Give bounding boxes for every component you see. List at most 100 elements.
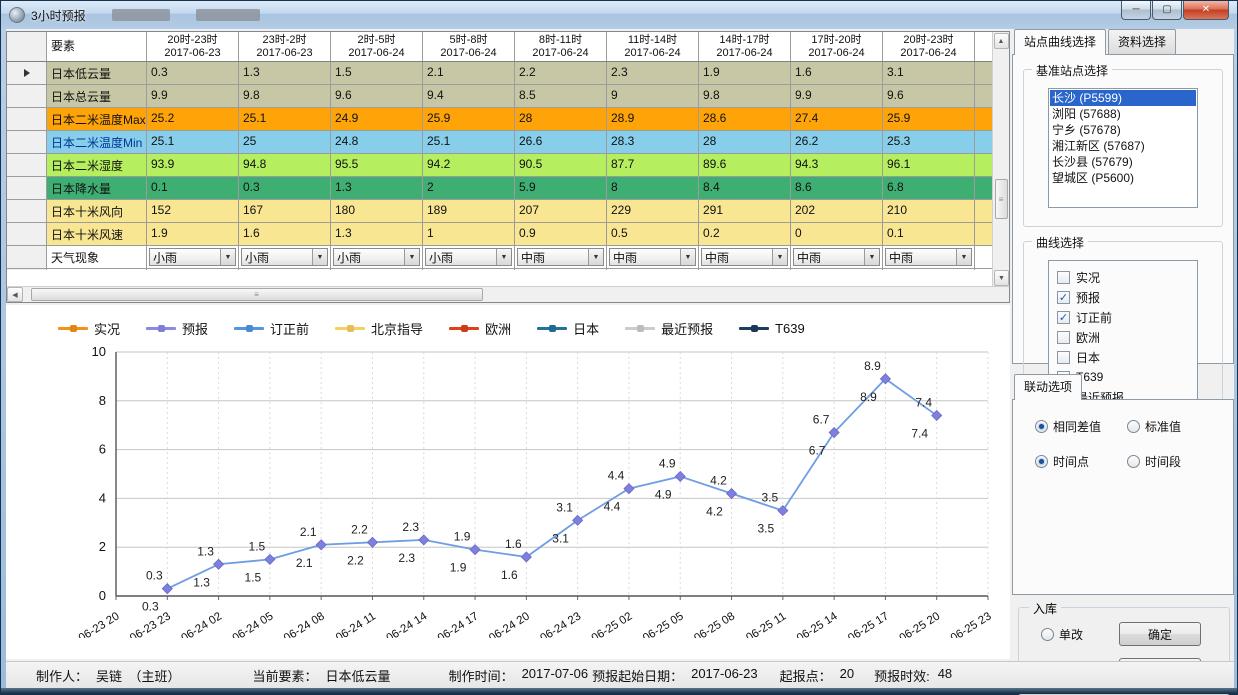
- data-cell[interactable]: 中雨▼: [607, 246, 699, 268]
- weather-dropdown[interactable]: 小雨▼: [425, 248, 512, 266]
- row-selector-cell[interactable]: [7, 200, 47, 222]
- row-selector-cell[interactable]: [7, 131, 47, 153]
- station-list-item[interactable]: 浏阳 (57688): [1050, 106, 1196, 122]
- data-label-revised: 0.3: [142, 600, 159, 614]
- checkbox-icon[interactable]: ✓: [1057, 311, 1070, 324]
- station-listbox[interactable]: 长沙 (P5599)浏阳 (57688)宁乡 (57678)湘江新区 (5768…: [1048, 88, 1198, 208]
- scroll-up-icon[interactable]: ▲: [994, 33, 1009, 49]
- chevron-down-icon[interactable]: ▼: [496, 249, 511, 265]
- legend-item[interactable]: 日本: [537, 319, 599, 338]
- table-vertical-scrollbar[interactable]: ▲ ≡ ▼: [992, 32, 1009, 287]
- weather-dropdown[interactable]: 小雨▼: [149, 248, 236, 266]
- close-button[interactable]: ✕: [1183, 1, 1229, 20]
- chevron-down-icon[interactable]: ▼: [956, 249, 971, 265]
- data-label-forecast: 2.1: [300, 525, 317, 539]
- series-marker-forecast: [265, 554, 275, 564]
- chevron-down-icon[interactable]: ▼: [864, 249, 879, 265]
- maximize-button[interactable]: ▢: [1152, 1, 1182, 20]
- weather-dropdown[interactable]: 小雨▼: [333, 248, 420, 266]
- radio-option[interactable]: 标准值: [1127, 418, 1219, 435]
- row-selector-cell[interactable]: [7, 177, 47, 199]
- legend-item[interactable]: 订正前: [234, 319, 309, 338]
- radio-option[interactable]: 时间点: [1035, 453, 1127, 470]
- legend-item[interactable]: 实况: [58, 319, 120, 338]
- checkbox-icon[interactable]: [1057, 271, 1070, 284]
- data-cell[interactable]: 小雨▼: [423, 246, 515, 268]
- tab-link-options[interactable]: 联动选项: [1014, 374, 1082, 400]
- weather-dropdown[interactable]: 中雨▼: [885, 248, 972, 266]
- radio-icon[interactable]: [1035, 420, 1048, 433]
- legend-item[interactable]: T639: [739, 321, 805, 336]
- data-cell: 0.1: [147, 177, 239, 199]
- legend-label: 北京指导: [371, 319, 423, 338]
- scroll-left-icon[interactable]: ◀: [7, 287, 23, 302]
- data-cell-clipped: [975, 177, 993, 199]
- radio-option[interactable]: 时间段: [1127, 453, 1219, 470]
- data-cell[interactable]: 小雨▼: [239, 246, 331, 268]
- row-selector-cell[interactable]: [7, 108, 47, 130]
- weather-dropdown[interactable]: 中雨▼: [793, 248, 880, 266]
- radio-icon[interactable]: [1127, 455, 1140, 468]
- y-axis-tick-label: 10: [92, 344, 106, 359]
- row-selector-cell[interactable]: [7, 62, 47, 84]
- weather-dropdown[interactable]: 小雨▼: [241, 248, 328, 266]
- chevron-down-icon[interactable]: ▼: [772, 249, 787, 265]
- minimize-button[interactable]: ─: [1121, 1, 1151, 20]
- horizontal-scroll-thumb[interactable]: ≡: [31, 288, 483, 301]
- station-list-item[interactable]: 长沙 (P5599): [1050, 90, 1196, 106]
- station-list-item[interactable]: 宁乡 (57678): [1050, 122, 1196, 138]
- curve-checkbox-row[interactable]: 实况: [1057, 267, 1189, 287]
- data-cell[interactable]: 中雨▼: [515, 246, 607, 268]
- row-selector-cell[interactable]: [7, 85, 47, 107]
- checkbox-icon[interactable]: [1057, 331, 1070, 344]
- chevron-down-icon[interactable]: ▼: [220, 249, 235, 265]
- radio-icon[interactable]: [1041, 628, 1054, 641]
- legend-item[interactable]: 北京指导: [335, 319, 423, 338]
- data-cell: 9.8: [239, 85, 331, 107]
- scroll-down-icon[interactable]: ▼: [994, 270, 1009, 286]
- curve-select-group-title: 曲线选择: [1032, 234, 1088, 251]
- curve-checkbox-row[interactable]: ✓预报: [1057, 287, 1189, 307]
- tab-data-select[interactable]: 资料选择: [1108, 29, 1176, 54]
- data-label-forecast: 7.4: [915, 395, 932, 409]
- chevron-down-icon[interactable]: ▼: [404, 249, 419, 265]
- curve-checkbox-row[interactable]: 欧洲: [1057, 327, 1189, 347]
- data-cell: [699, 269, 791, 270]
- radio-icon[interactable]: [1035, 455, 1048, 468]
- legend-item[interactable]: 欧洲: [449, 319, 511, 338]
- curve-checkbox-row[interactable]: 日本: [1057, 347, 1189, 367]
- column-period: 14时-17时: [703, 34, 786, 47]
- checkbox-icon[interactable]: ✓: [1057, 291, 1070, 304]
- checkbox-icon[interactable]: [1057, 351, 1070, 364]
- row-selector-cell[interactable]: [7, 154, 47, 176]
- row-selector-cell[interactable]: [7, 246, 47, 268]
- confirm-button[interactable]: 确定: [1119, 622, 1201, 646]
- data-cell[interactable]: 小雨▼: [147, 246, 239, 268]
- row-selector-cell[interactable]: [7, 223, 47, 245]
- chevron-down-icon[interactable]: ▼: [588, 249, 603, 265]
- forecast-line-chart[interactable]: 024681006-23 2006-23 2306-24 0206-24 050…: [6, 338, 1008, 638]
- legend-item[interactable]: 预报: [146, 319, 208, 338]
- table-horizontal-scrollbar[interactable]: ◀ ≡: [7, 286, 1009, 302]
- weather-dropdown[interactable]: 中雨▼: [517, 248, 604, 266]
- station-list-item[interactable]: 望城区 (P5600): [1050, 170, 1196, 186]
- station-list-item[interactable]: 长沙县 (57679): [1050, 154, 1196, 170]
- curve-checkbox-row[interactable]: ✓订正前: [1057, 307, 1189, 327]
- radio-option[interactable]: 相同差值: [1035, 418, 1127, 435]
- row-selector-cell[interactable]: [7, 269, 47, 270]
- station-list-item[interactable]: 湘江新区 (57687): [1050, 138, 1196, 154]
- weather-dropdown[interactable]: 中雨▼: [609, 248, 696, 266]
- data-cell[interactable]: 中雨▼: [791, 246, 883, 268]
- weather-dropdown[interactable]: 中雨▼: [701, 248, 788, 266]
- tab-station-curve-select[interactable]: 站点曲线选择: [1014, 29, 1106, 55]
- chevron-down-icon[interactable]: ▼: [312, 249, 327, 265]
- vertical-scroll-thumb[interactable]: ≡: [995, 179, 1008, 219]
- title-bar[interactable]: 3小时预报 ─ ▢ ✕: [1, 1, 1237, 29]
- data-cell[interactable]: 小雨▼: [331, 246, 423, 268]
- radio-single-edit[interactable]: 单改: [1041, 626, 1083, 643]
- data-cell[interactable]: 中雨▼: [883, 246, 975, 268]
- data-cell[interactable]: 中雨▼: [699, 246, 791, 268]
- legend-item[interactable]: 最近预报: [625, 319, 713, 338]
- radio-icon[interactable]: [1127, 420, 1140, 433]
- chevron-down-icon[interactable]: ▼: [680, 249, 695, 265]
